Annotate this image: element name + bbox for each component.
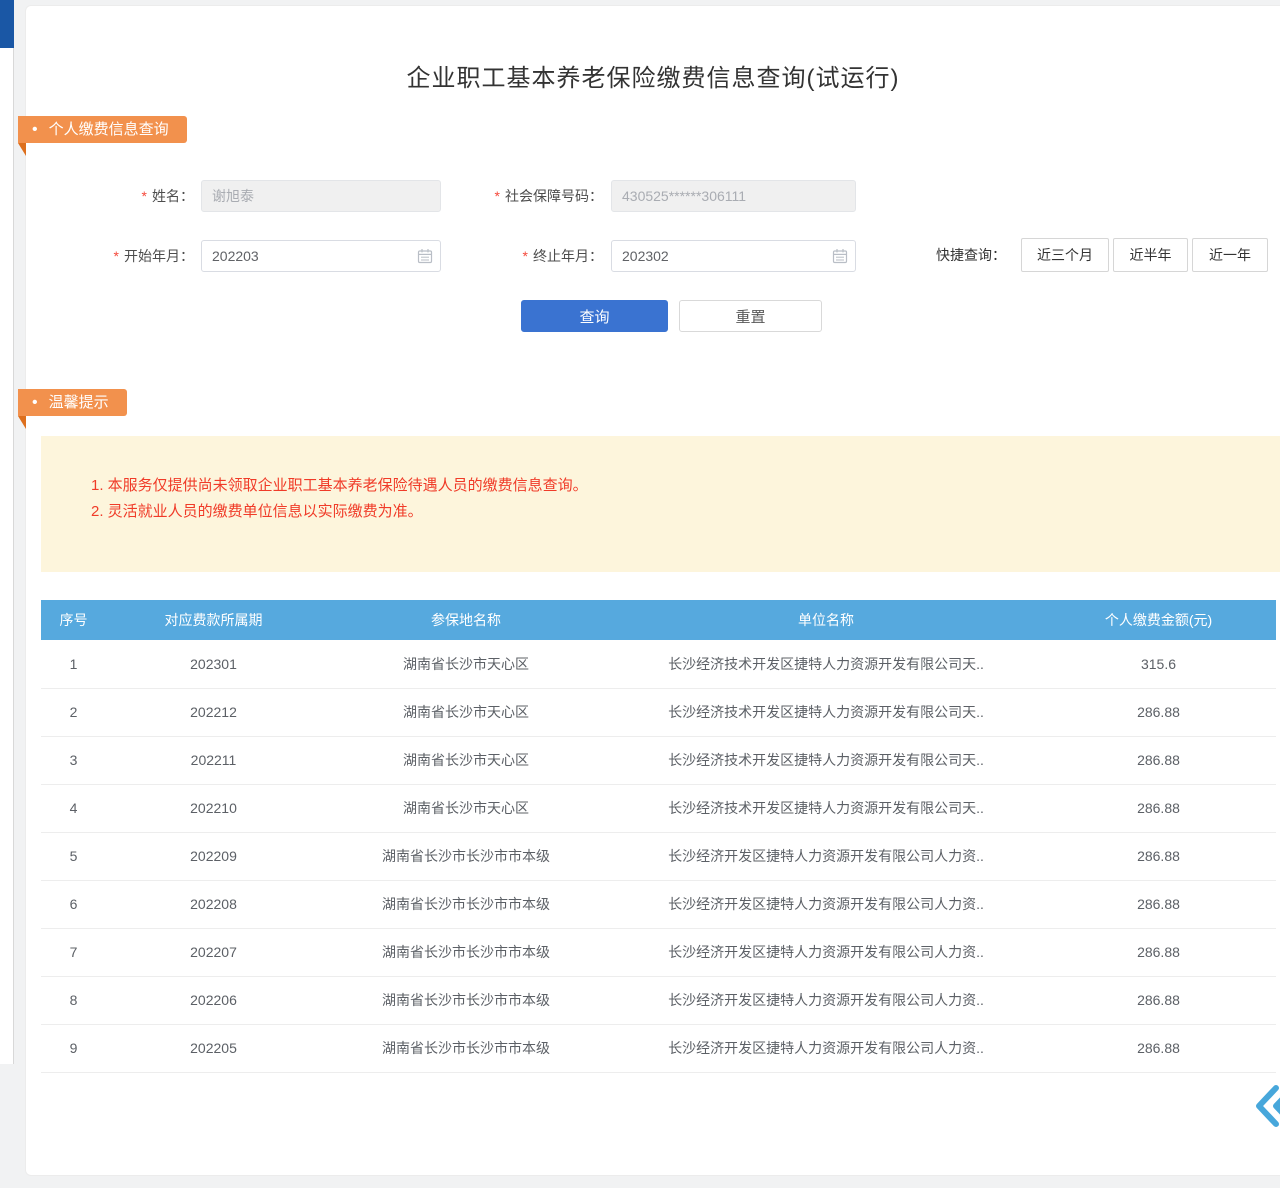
cell-area: 湖南省长沙市长沙市市本级 [321, 832, 611, 880]
section-header-tips: • 温馨提示 [18, 389, 127, 416]
required-asterisk: * [495, 188, 500, 204]
cell-area: 湖南省长沙市天心区 [321, 688, 611, 736]
cell-unit: 长沙经济开发区捷特人力资源开发有限公司人力资.. [611, 976, 1041, 1024]
main-panel: 企业职工基本养老保险缴费信息查询(试运行) • 个人缴费信息查询 *姓名： *社会… [25, 5, 1280, 1176]
cell-area: 湖南省长沙市天心区 [321, 784, 611, 832]
required-asterisk: * [114, 248, 119, 264]
table-row: 5 202209 湖南省长沙市长沙市市本级 长沙经济开发区捷特人力资源开发有限公… [41, 832, 1276, 880]
reset-button[interactable]: 重置 [679, 300, 822, 332]
header-period: 对应费款所属期 [106, 600, 321, 640]
name-field[interactable] [201, 180, 441, 212]
section-header-label: 个人缴费信息查询 [49, 121, 169, 138]
ssn-label: *社会保障号码： [406, 180, 603, 212]
cell-amount: 315.6 [1041, 640, 1276, 688]
table-row: 3 202211 湖南省长沙市天心区 长沙经济技术开发区捷特人力资源开发有限公司… [41, 736, 1276, 784]
cell-period: 202205 [106, 1024, 321, 1072]
cell-area: 湖南省长沙市长沙市市本级 [321, 976, 611, 1024]
cell-amount: 286.88 [1041, 688, 1276, 736]
tip-line-2: 2. 灵活就业人员的缴费单位信息以实际缴费为准。 [91, 499, 1261, 525]
cell-amount: 286.88 [1041, 784, 1276, 832]
cell-amount: 286.88 [1041, 880, 1276, 928]
table-row: 7 202207 湖南省长沙市长沙市市本级 长沙经济开发区捷特人力资源开发有限公… [41, 928, 1276, 976]
cell-unit: 长沙经济技术开发区捷特人力资源开发有限公司天.. [611, 688, 1041, 736]
table-row: 6 202208 湖南省长沙市长沙市市本级 长沙经济开发区捷特人力资源开发有限公… [41, 880, 1276, 928]
quick-query-1year-button[interactable]: 近一年 [1192, 238, 1268, 272]
quick-query-3months-button[interactable]: 近三个月 [1021, 238, 1109, 272]
header-unit: 单位名称 [611, 600, 1041, 640]
name-label: *姓名： [26, 180, 194, 212]
quick-query-halfyear-button[interactable]: 近半年 [1113, 238, 1188, 272]
cell-no: 1 [41, 640, 106, 688]
double-chevron-left-icon [1253, 1082, 1280, 1130]
ribbon-fold [18, 143, 26, 156]
cell-amount: 286.88 [1041, 736, 1276, 784]
cell-no: 2 [41, 688, 106, 736]
cell-area: 湖南省长沙市天心区 [321, 736, 611, 784]
table-row: 1 202301 湖南省长沙市天心区 长沙经济技术开发区捷特人力资源开发有限公司… [41, 640, 1276, 688]
bullet-icon: • [32, 389, 38, 416]
cell-area: 湖南省长沙市天心区 [321, 640, 611, 688]
section-header-label: 温馨提示 [49, 394, 109, 411]
cell-no: 7 [41, 928, 106, 976]
query-button[interactable]: 查询 [521, 300, 668, 332]
table-row: 8 202206 湖南省长沙市长沙市市本级 长沙经济开发区捷特人力资源开发有限公… [41, 976, 1276, 1024]
cell-amount: 286.88 [1041, 1024, 1276, 1072]
cell-period: 202208 [106, 880, 321, 928]
cell-unit: 长沙经济开发区捷特人力资源开发有限公司人力资.. [611, 1024, 1041, 1072]
table-header-row: 序号 对应费款所属期 参保地名称 单位名称 个人缴费金额(元) [41, 600, 1276, 640]
end-month-field[interactable] [611, 240, 856, 272]
cell-amount: 286.88 [1041, 832, 1276, 880]
quick-query-label: 快捷查询： [936, 238, 1006, 272]
cell-unit: 长沙经济技术开发区捷特人力资源开发有限公司天.. [611, 784, 1041, 832]
cell-unit: 长沙经济开发区捷特人力资源开发有限公司人力资.. [611, 880, 1041, 928]
required-asterisk: * [523, 248, 528, 264]
header-no: 序号 [41, 600, 106, 640]
section-header-personal-payment-query: • 个人缴费信息查询 [18, 116, 187, 143]
collapse-panel-button[interactable] [1253, 1082, 1280, 1130]
left-rail [0, 0, 14, 1064]
header-area: 参保地名称 [321, 600, 611, 640]
header-amount: 个人缴费金额(元) [1041, 600, 1276, 640]
ssn-field[interactable] [611, 180, 856, 212]
cell-no: 5 [41, 832, 106, 880]
tips-notice-box: 1. 本服务仅提供尚未领取企业职工基本养老保险待遇人员的缴费信息查询。 2. 灵… [41, 436, 1280, 572]
cell-period: 202301 [106, 640, 321, 688]
cell-amount: 286.88 [1041, 976, 1276, 1024]
ribbon-fold [18, 416, 26, 429]
cell-period: 202206 [106, 976, 321, 1024]
cell-unit: 长沙经济开发区捷特人力资源开发有限公司人力资.. [611, 832, 1041, 880]
end-month-label: *终止年月： [406, 240, 603, 272]
tip-line-1: 1. 本服务仅提供尚未领取企业职工基本养老保险待遇人员的缴费信息查询。 [91, 473, 1261, 499]
table-row: 9 202205 湖南省长沙市长沙市市本级 长沙经济开发区捷特人力资源开发有限公… [41, 1024, 1276, 1072]
page-title: 企业职工基本养老保险缴费信息查询(试运行) [26, 58, 1280, 93]
cell-period: 202209 [106, 832, 321, 880]
cell-no: 9 [41, 1024, 106, 1072]
payment-records-table: 序号 对应费款所属期 参保地名称 单位名称 个人缴费金额(元) 1 202301… [41, 600, 1276, 1073]
cell-no: 4 [41, 784, 106, 832]
cell-amount: 286.88 [1041, 928, 1276, 976]
start-month-field[interactable] [201, 240, 441, 272]
cell-period: 202210 [106, 784, 321, 832]
cell-unit: 长沙经济技术开发区捷特人力资源开发有限公司天.. [611, 736, 1041, 784]
cell-unit: 长沙经济开发区捷特人力资源开发有限公司人力资.. [611, 928, 1041, 976]
cell-area: 湖南省长沙市长沙市市本级 [321, 1024, 611, 1072]
cell-unit: 长沙经济技术开发区捷特人力资源开发有限公司天.. [611, 640, 1041, 688]
cell-period: 202211 [106, 736, 321, 784]
table-row: 2 202212 湖南省长沙市天心区 长沙经济技术开发区捷特人力资源开发有限公司… [41, 688, 1276, 736]
cell-period: 202212 [106, 688, 321, 736]
cell-no: 8 [41, 976, 106, 1024]
start-month-label: *开始年月： [26, 240, 194, 272]
bullet-icon: • [32, 116, 38, 143]
left-rail-blue-block [0, 0, 14, 48]
cell-no: 6 [41, 880, 106, 928]
cell-area: 湖南省长沙市长沙市市本级 [321, 928, 611, 976]
cell-no: 3 [41, 736, 106, 784]
cell-period: 202207 [106, 928, 321, 976]
table-row: 4 202210 湖南省长沙市天心区 长沙经济技术开发区捷特人力资源开发有限公司… [41, 784, 1276, 832]
required-asterisk: * [142, 188, 147, 204]
cell-area: 湖南省长沙市长沙市市本级 [321, 880, 611, 928]
